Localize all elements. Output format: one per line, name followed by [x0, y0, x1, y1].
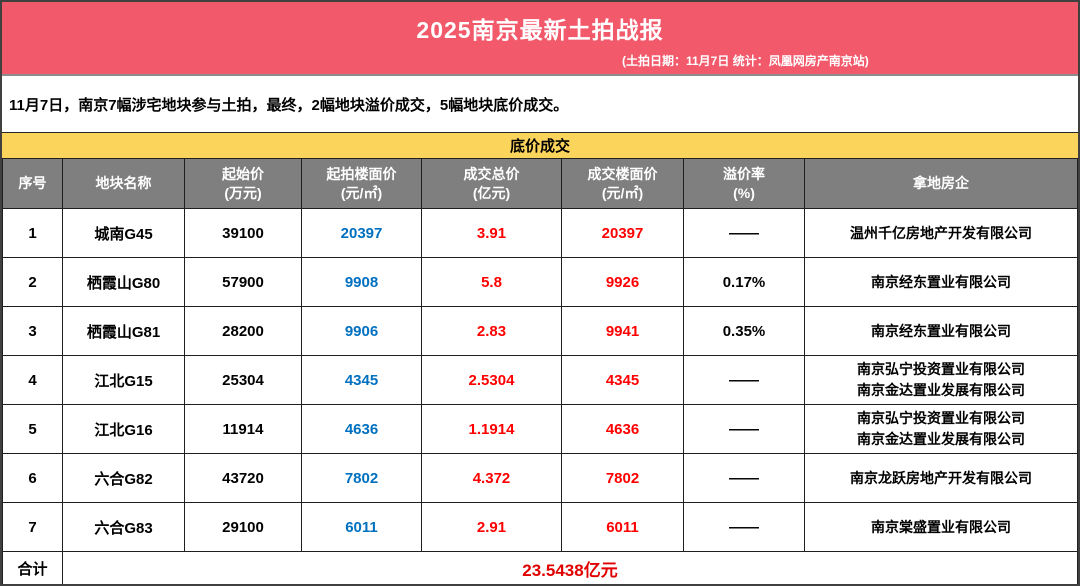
col-header-index: 序号: [2, 158, 63, 209]
summary-text: 11月7日，南京7幅涉宅地块参与土拍，最终，2幅地块溢价成交，5幅地块底价成交。: [2, 76, 1078, 132]
col-header-start-floor-price: 起拍楼面价 (元/㎡): [301, 158, 422, 209]
cell-deal-total-price: 5.8: [421, 257, 562, 307]
cell-buyer: 温州千亿房地产开发有限公司: [804, 208, 1078, 258]
cell-premium-rate: ——: [683, 355, 805, 405]
cell-plot-name: 栖霞山G81: [62, 306, 185, 356]
cell-start-floor-price: 7802: [301, 453, 422, 503]
cell-deal-floor-price: 4345: [561, 355, 684, 405]
cell-plot-name: 江北G15: [62, 355, 185, 405]
cell-plot-name: 栖霞山G80: [62, 257, 185, 307]
cell-start-floor-price: 4636: [301, 404, 422, 454]
cell-buyer: 南京经东置业有限公司: [804, 306, 1078, 356]
land-auction-report: 2025南京最新土拍战报 (土拍日期：11月7日 统计：凤凰网房产南京站) 11…: [0, 0, 1080, 586]
cell-start-price: 29100: [184, 502, 302, 552]
cell-index: 7: [2, 502, 63, 552]
cell-premium-rate: ——: [683, 502, 805, 552]
cell-deal-total-price: 2.5304: [421, 355, 562, 405]
cell-deal-floor-price: 9926: [561, 257, 684, 307]
cell-deal-floor-price: 4636: [561, 404, 684, 454]
header-row: 序号 地块名称 起始价 (万元) 起拍楼面价 (元/㎡) 成交总价 (亿元) 成…: [2, 158, 1078, 209]
cell-deal-total-price: 2.83: [421, 306, 562, 356]
cell-index: 5: [2, 404, 63, 454]
cell-index: 1: [2, 208, 63, 258]
col-header-start-price: 起始价 (万元): [184, 158, 302, 209]
cell-premium-rate: ——: [683, 404, 805, 454]
cell-start-floor-price: 4345: [301, 355, 422, 405]
cell-index: 3: [2, 306, 63, 356]
table-body: 1 城南G45 39100 20397 3.91 20397 —— 温州千亿房地…: [2, 208, 1078, 552]
cell-buyer: 南京经东置业有限公司: [804, 257, 1078, 307]
cell-start-floor-price: 20397: [301, 208, 422, 258]
cell-deal-floor-price: 20397: [561, 208, 684, 258]
col-header-deal-floor-price: 成交楼面价 (元/㎡): [561, 158, 684, 209]
cell-buyer: 南京龙跃房地产开发有限公司: [804, 453, 1078, 503]
table-row: 5 江北G16 11914 4636 1.1914 4636 —— 南京弘宁投资…: [2, 404, 1078, 454]
report-banner: 2025南京最新土拍战报 (土拍日期：11月7日 统计：凤凰网房产南京站): [2, 2, 1078, 76]
cell-start-price: 28200: [184, 306, 302, 356]
total-value: 23.5438亿元: [62, 551, 1078, 584]
cell-plot-name: 六合G82: [62, 453, 185, 503]
cell-plot-name: 六合G83: [62, 502, 185, 552]
cell-start-floor-price: 9906: [301, 306, 422, 356]
cell-start-floor-price: 9908: [301, 257, 422, 307]
auction-results-table: 序号 地块名称 起始价 (万元) 起拍楼面价 (元/㎡) 成交总价 (亿元) 成…: [2, 158, 1078, 584]
table-row: 7 六合G83 29100 6011 2.91 6011 —— 南京棠盛置业有限…: [2, 502, 1078, 552]
col-header-premium-rate: 溢价率 (%): [683, 158, 805, 209]
cell-index: 4: [2, 355, 63, 405]
cell-index: 6: [2, 453, 63, 503]
section-bar-floor-price-deals: 底价成交: [2, 132, 1078, 158]
cell-premium-rate: ——: [683, 453, 805, 503]
report-title: 2025南京最新土拍战报: [416, 17, 664, 43]
cell-plot-name: 城南G45: [62, 208, 185, 258]
report-subtitle: (土拍日期：11月7日 统计：凤凰网房产南京站): [622, 54, 869, 68]
cell-buyer: 南京棠盛置业有限公司: [804, 502, 1078, 552]
table-header: 序号 地块名称 起始价 (万元) 起拍楼面价 (元/㎡) 成交总价 (亿元) 成…: [2, 158, 1078, 209]
cell-premium-rate: 0.35%: [683, 306, 805, 356]
cell-buyer: 南京弘宁投资置业有限公司 南京金达置业发展有限公司: [804, 404, 1078, 454]
cell-premium-rate: ——: [683, 208, 805, 258]
cell-deal-total-price: 2.91: [421, 502, 562, 552]
table-footer: 合计 23.5438亿元: [2, 551, 1078, 584]
table-row: 4 江北G15 25304 4345 2.5304 4345 —— 南京弘宁投资…: [2, 355, 1078, 405]
table-row: 1 城南G45 39100 20397 3.91 20397 —— 温州千亿房地…: [2, 208, 1078, 258]
cell-deal-floor-price: 6011: [561, 502, 684, 552]
cell-start-floor-price: 6011: [301, 502, 422, 552]
cell-index: 2: [2, 257, 63, 307]
table-row: 3 栖霞山G81 28200 9906 2.83 9941 0.35% 南京经东…: [2, 306, 1078, 356]
cell-start-price: 57900: [184, 257, 302, 307]
cell-start-price: 39100: [184, 208, 302, 258]
footer-row: 合计 23.5438亿元: [2, 551, 1078, 584]
col-header-plot-name: 地块名称: [62, 158, 185, 209]
cell-deal-total-price: 4.372: [421, 453, 562, 503]
col-header-deal-total-price: 成交总价 (亿元): [421, 158, 562, 209]
cell-start-price: 43720: [184, 453, 302, 503]
cell-start-price: 11914: [184, 404, 302, 454]
cell-deal-floor-price: 7802: [561, 453, 684, 503]
table-row: 2 栖霞山G80 57900 9908 5.8 9926 0.17% 南京经东置…: [2, 257, 1078, 307]
cell-plot-name: 江北G16: [62, 404, 185, 454]
cell-deal-floor-price: 9941: [561, 306, 684, 356]
col-header-buyer: 拿地房企: [804, 158, 1078, 209]
cell-start-price: 25304: [184, 355, 302, 405]
total-label: 合计: [2, 551, 63, 584]
cell-buyer: 南京弘宁投资置业有限公司 南京金达置业发展有限公司: [804, 355, 1078, 405]
cell-deal-total-price: 1.1914: [421, 404, 562, 454]
table-row: 6 六合G82 43720 7802 4.372 7802 —— 南京龙跃房地产…: [2, 453, 1078, 503]
cell-deal-total-price: 3.91: [421, 208, 562, 258]
cell-premium-rate: 0.17%: [683, 257, 805, 307]
